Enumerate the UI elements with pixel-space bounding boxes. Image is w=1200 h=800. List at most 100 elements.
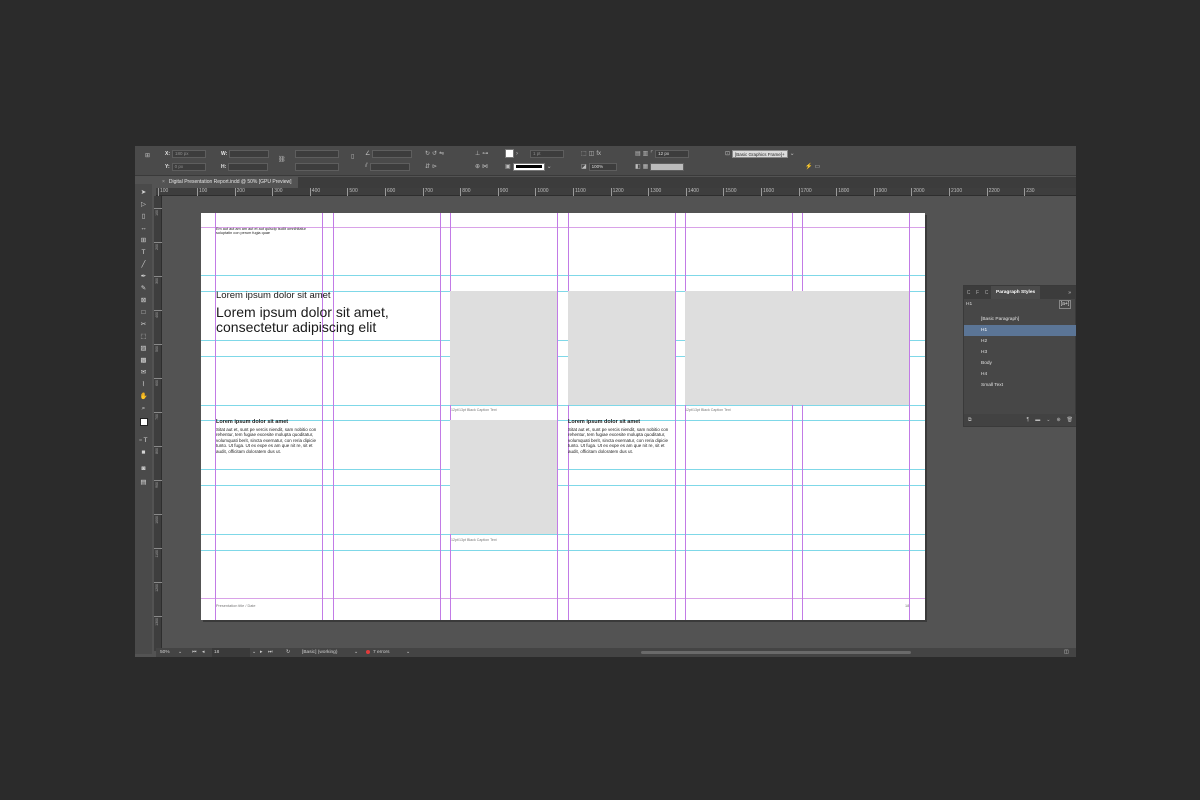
zoom-tool-icon[interactable]: ⌕ — [137, 404, 150, 414]
fx-icon[interactable]: fx — [596, 151, 601, 157]
column-heading[interactable]: Lorem ipsum dolor sit amet — [216, 419, 288, 425]
stroke-weight-field[interactable]: 1 pt — [530, 149, 564, 158]
load-styles-icon[interactable]: ⧉ — [968, 417, 972, 423]
select-container-icon[interactable]: ▯ — [351, 152, 354, 161]
image-caption[interactable]: 12pt/13pt Black Caption Text — [451, 408, 497, 412]
page-footer-title[interactable]: Presentation title / Date — [216, 604, 255, 608]
preflight-profile[interactable]: [Basic] (working) — [302, 648, 337, 657]
vertical-ruler[interactable]: 100 200 300 400 500 600 700 800 900 1000 1100 1200 1… — [154, 196, 162, 651]
distribute-icon[interactable]: ⊶ — [482, 150, 488, 157]
selection-tool-icon[interactable]: ➤ — [137, 188, 150, 198]
last-page-icon[interactable]: ⏭ — [268, 648, 272, 657]
flip-horizontal-icon[interactable]: ⇋ — [439, 150, 444, 157]
image-placeholder[interactable] — [450, 291, 557, 405]
page-number-field[interactable]: 18 — [212, 648, 250, 657]
fill-dropdown-icon[interactable]: › — [516, 151, 518, 157]
flip-vertical-icon[interactable]: ⇵ — [425, 163, 430, 170]
hand-tool-icon[interactable]: ✋ — [137, 392, 150, 402]
rectangle-frame-tool-icon[interactable]: ⊠ — [137, 296, 150, 306]
pen-tool-icon[interactable]: ✒ — [137, 272, 150, 282]
rotate-cw-icon[interactable]: ↻ — [425, 150, 430, 157]
clear-overrides-icon[interactable]: ¶ — [1027, 417, 1030, 423]
image-caption[interactable]: 12pt/13pt Black Caption Text — [685, 408, 731, 412]
h-field[interactable] — [228, 162, 269, 171]
header-small-text[interactable]: Em aut aut am am aut et aut quiscip isci… — [216, 227, 321, 235]
image-placeholder[interactable] — [685, 291, 909, 405]
screen-mode-icon[interactable]: ▤ — [137, 478, 150, 488]
panel-tab-cell[interactable]: C — [982, 290, 991, 296]
panel-title[interactable]: Paragraph Styles — [991, 286, 1041, 299]
align-spacing-icon[interactable]: ⋈ — [482, 163, 488, 170]
line-tool-icon[interactable]: ╱ — [137, 260, 150, 270]
y-field[interactable]: 0 px — [171, 162, 206, 171]
new-group-icon[interactable]: ▬ — [1035, 417, 1040, 423]
eyedropper-tool-icon[interactable]: ⌇ — [137, 380, 150, 390]
scissors-tool-icon[interactable]: ✂ — [137, 320, 150, 330]
x-field[interactable]: 180 px — [172, 149, 206, 158]
object-style-select[interactable]: [Basic Graphics Frame]+ — [732, 149, 788, 158]
corner-size-field[interactable]: 12 px — [655, 149, 690, 158]
fit-content-icon[interactable]: ◫ — [589, 150, 595, 157]
new-style-icon[interactable]: ⊕ — [1056, 417, 1060, 423]
quick-apply-icon[interactable]: ⚡ — [805, 163, 812, 170]
type-tool-icon[interactable]: T — [137, 248, 150, 258]
next-page-icon[interactable]: ▸ — [260, 648, 262, 657]
constrain-proportions-icon[interactable]: ⛓ — [278, 155, 286, 164]
direct-selection-tool-icon[interactable]: ▷ — [137, 200, 150, 210]
scale-x-field[interactable] — [295, 149, 339, 158]
w-field[interactable] — [229, 149, 270, 158]
note-tool-icon[interactable]: ✉ — [137, 368, 150, 378]
page-tool-icon[interactable]: ▯ — [137, 212, 150, 222]
style-item[interactable]: H3 — [964, 347, 1076, 358]
page-subtitle[interactable]: Lorem ipsum dolor sit amet — [216, 290, 331, 301]
frame-fitting-icon[interactable]: ⬚ — [581, 150, 587, 157]
style-item[interactable]: H4 — [964, 369, 1076, 380]
column-body-text[interactable]: Sitat aut et, sunt pe vercis niendit, sa… — [216, 427, 322, 454]
open-page-icon[interactable]: ↻ — [286, 648, 290, 657]
rotate-icon[interactable]: ∠ — [365, 150, 370, 157]
text-wrap-around-icon[interactable]: ▥ — [643, 150, 649, 157]
gradient-feather-tool-icon[interactable]: ▩ — [137, 356, 150, 366]
zoom-level[interactable]: 50% — [160, 648, 170, 657]
stroke-type-selector[interactable] — [512, 162, 545, 171]
stroke-color-field[interactable] — [650, 162, 685, 171]
formatting-affects-text-icon[interactable]: ▫ T — [137, 436, 150, 446]
fill-stroke-icon[interactable] — [137, 418, 150, 432]
document-tab[interactable]: × Digital Presentation Report.indd @ 50%… — [156, 177, 298, 188]
image-placeholder[interactable] — [450, 420, 557, 534]
horizontal-ruler[interactable]: 100 100 200 300 400 500 600 700 800 900 1000 1100 12… — [156, 188, 1076, 196]
collapse-panel-icon[interactable]: » — [1068, 290, 1076, 296]
align-icon[interactable]: ⊥ — [475, 150, 480, 157]
column-body-text[interactable]: Sitat aut et, sunt pe vercis niendit, sa… — [568, 427, 674, 454]
corner-options-icon[interactable]: ⌜ — [650, 150, 653, 157]
document-page[interactable]: Em aut aut am am aut et aut quiscip isci… — [201, 213, 925, 620]
image-placeholder[interactable] — [568, 291, 675, 405]
scale-y-field[interactable] — [295, 162, 339, 171]
panel-tab-frames[interactable]: F — [973, 290, 982, 296]
style-item[interactable]: Small Text — [964, 380, 1076, 391]
reference-point-icon[interactable]: ⊞ — [145, 151, 150, 160]
rotate-field[interactable] — [372, 149, 413, 158]
delete-style-icon[interactable]: 🗑 — [1067, 417, 1073, 423]
close-tab-icon[interactable]: × — [162, 177, 165, 188]
image-caption[interactable]: 12pt/13pt Black Caption Text — [451, 538, 497, 542]
fill-swatch[interactable] — [505, 149, 514, 158]
style-options-icon[interactable]: ⌄ — [1046, 417, 1050, 423]
previous-page-icon[interactable]: ◂ — [202, 648, 204, 657]
column-heading[interactable]: Lorem ipsum dolor sit amet — [568, 419, 640, 425]
new-style-from-selection-button[interactable]: [a+] — [1059, 300, 1071, 309]
style-item[interactable]: H2 — [964, 336, 1076, 347]
errors-dropdown-icon[interactable]: ⌄ — [406, 648, 410, 657]
content-grabber-icon[interactable]: ▦ — [643, 163, 649, 170]
preview-mode-icon[interactable]: ◙ — [137, 464, 150, 474]
gap-tool-icon[interactable]: ↔ — [137, 224, 150, 234]
panel-tab-character[interactable]: C — [964, 290, 973, 296]
gradient-tool-icon[interactable]: ▨ — [137, 344, 150, 354]
first-page-icon[interactable]: ⏮ — [192, 648, 196, 657]
page-dropdown-icon[interactable]: ⌄ — [252, 648, 256, 657]
page-number[interactable]: 18 — [905, 604, 909, 608]
rotate-ccw-icon[interactable]: ↺ — [432, 150, 437, 157]
zoom-dropdown-icon[interactable]: ⌄ — [178, 648, 182, 657]
style-item[interactable]: [Basic Paragraph] — [964, 314, 1076, 325]
shear-field[interactable] — [369, 162, 410, 171]
